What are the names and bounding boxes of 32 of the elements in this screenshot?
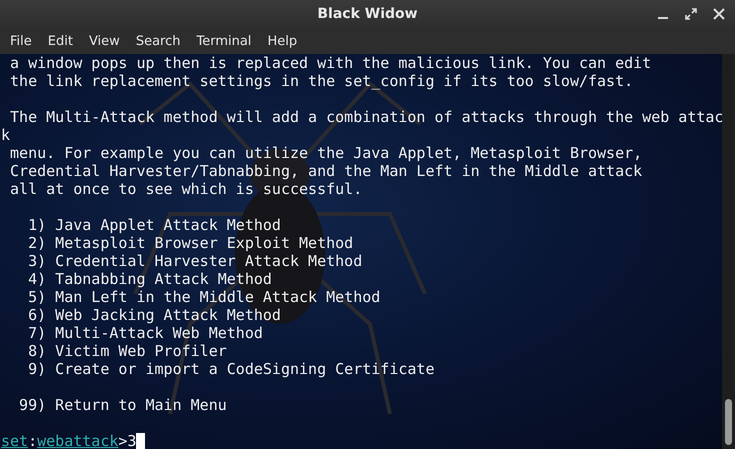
prompt-separator: : — [28, 432, 38, 449]
maximize-icon[interactable] — [685, 8, 697, 20]
terminal-line: menu. For example you can utilize the Java Applet, Metasploit Browser, — [9, 144, 642, 162]
menu-item[interactable]: Help — [259, 34, 306, 48]
terminal-line: Credential Harvester/Tabnabbing, and the Man Left in the Middle attack — [9, 162, 642, 180]
terminal-line: all at once to see which is successful. — [9, 180, 362, 198]
scrollbar-thumb[interactable] — [725, 399, 732, 445]
window-title: Black Widow — [317, 6, 418, 22]
terminal-line: 4) Tabnabbing Attack Method — [27, 270, 272, 288]
prompt-context: webattack — [37, 432, 118, 449]
close-icon[interactable] — [713, 8, 725, 20]
terminal-line: 9) Create or import a CodeSigning Certificate — [27, 360, 434, 378]
terminal-line: 5) Man Left in the Middle Attack Method — [27, 288, 380, 306]
menu-item[interactable]: Terminal — [188, 34, 260, 48]
terminal-line: The Multi-Attack method will add a combination of attacks through the web attac — [9, 108, 724, 126]
menu-item[interactable]: Edit — [40, 34, 81, 48]
menu-item[interactable]: File — [2, 34, 40, 48]
terminal-line: 6) Web Jacking Attack Method — [27, 306, 281, 324]
prompt-module: set — [1, 432, 28, 449]
menu-item[interactable]: Search — [128, 34, 188, 48]
text-cursor — [136, 433, 146, 449]
terminal-line: 1) Java Applet Attack Method — [27, 216, 281, 234]
terminal-line: k — [1, 126, 10, 144]
terminal-line: the link replacement settings in the set_config if its too slow/fast. — [9, 72, 634, 90]
terminal-line: 2) Metasploit Browser Exploit Method — [27, 234, 354, 252]
terminal-line: 99) Return to Main Menu — [18, 396, 227, 414]
prompt-input[interactable]: >3 — [118, 432, 136, 449]
terminal-line: 3) Credential Harvester Attack Method — [27, 252, 362, 270]
terminal-line: a window pops up then is replaced with the malicious link. You can edit — [9, 54, 652, 72]
terminal-line: 8) Victim Web Profiler — [27, 342, 227, 360]
terminal-line: 7) Multi-Attack Web Method — [27, 324, 263, 342]
menu-item[interactable]: View — [80, 34, 128, 48]
